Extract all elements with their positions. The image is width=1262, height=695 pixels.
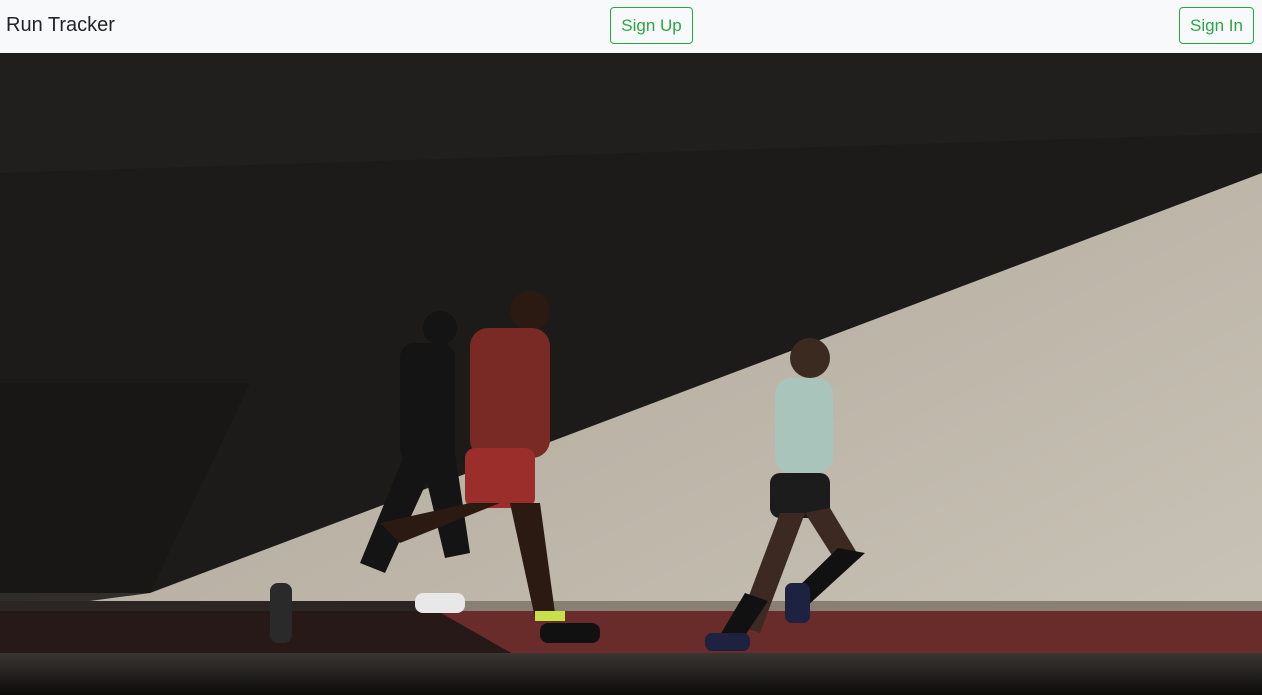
hero-photo [0, 53, 1262, 695]
sign-in-button[interactable]: Sign In [1179, 7, 1254, 44]
sign-up-button[interactable]: Sign Up [610, 7, 693, 44]
hero-image [0, 53, 1262, 695]
navbar: Run Tracker Sign Up Sign In [0, 0, 1262, 53]
brand-logo[interactable]: Run Tracker [6, 13, 115, 37]
